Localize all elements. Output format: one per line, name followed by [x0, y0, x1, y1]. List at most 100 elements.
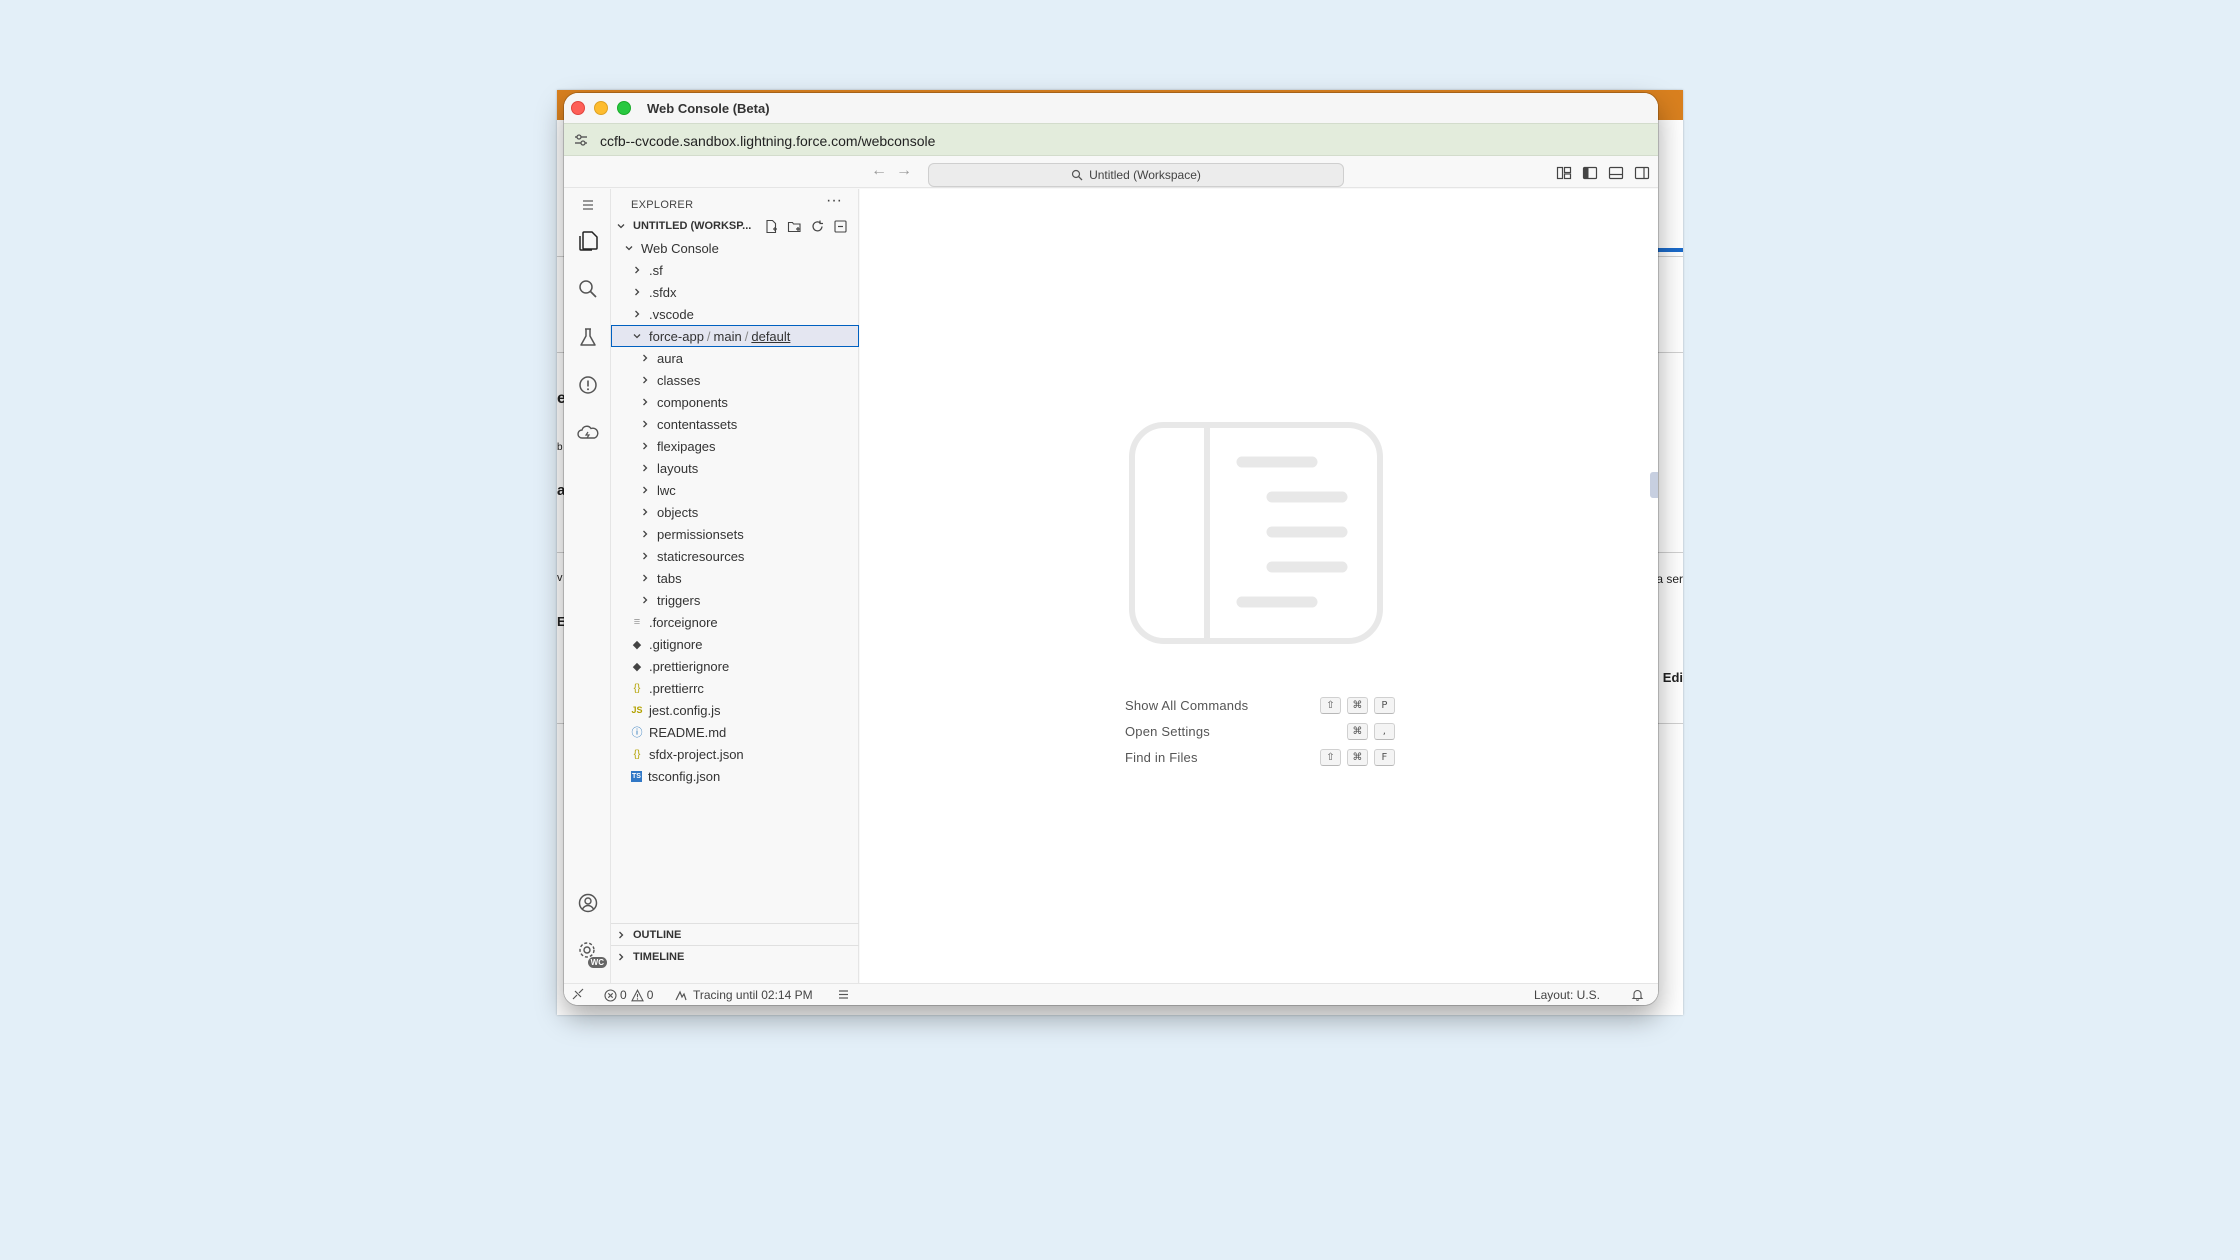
new-folder-icon[interactable]	[787, 219, 802, 234]
tree-folder[interactable]: permissionsets	[611, 523, 859, 545]
tree-folder[interactable]: layouts	[611, 457, 859, 479]
problems-warning-icon[interactable]	[575, 372, 601, 398]
path-segment[interactable]: main	[714, 329, 742, 344]
tree-label: contentassets	[657, 416, 738, 432]
tracing-status[interactable]: Tracing until 02:14 PM	[674, 988, 813, 1002]
vscode-watermark-icon	[1129, 422, 1383, 644]
notifications-bell-icon[interactable]	[1631, 988, 1644, 1001]
tree-folder[interactable]: triggers	[611, 589, 859, 611]
shortcut-row: Open Settings ⌘ ,	[1125, 718, 1395, 744]
shortcut-label: Find in Files	[1125, 749, 1198, 765]
tree-file[interactable]: JS jest.config.js	[611, 699, 859, 721]
site-settings-icon[interactable]	[574, 133, 588, 147]
problems-status[interactable]: 0 0	[604, 988, 653, 1002]
shortcut-row: Find in Files ⇧ ⌘ F	[1125, 744, 1395, 770]
toggle-primary-sidebar-icon[interactable]	[1582, 165, 1598, 181]
workspace-toolbar	[764, 219, 848, 234]
zoom-window-button[interactable]	[617, 101, 631, 115]
tree-folder[interactable]: aura	[611, 347, 859, 369]
tree-label: .prettierignore	[649, 658, 730, 674]
command-bar: ← → Untitled (Workspace)	[564, 156, 1658, 188]
tree-file[interactable]: TS tsconfig.json	[611, 765, 859, 787]
chevron-right-icon	[643, 530, 648, 538]
tree-file[interactable]: ◆ .prettierignore	[611, 655, 859, 677]
path-segment[interactable]: force-app	[649, 329, 704, 344]
manage-gear-icon[interactable]: WC	[575, 938, 607, 968]
shortcut-list: Show All Commands ⇧ ⌘ P Open Settings ⌘ …	[1125, 692, 1395, 770]
minimize-window-button[interactable]	[594, 101, 608, 115]
secondary-sidebar-handle[interactable]	[1650, 472, 1658, 498]
tree-folder-web-console[interactable]: Web Console	[611, 237, 859, 259]
tree-folder[interactable]: .vscode	[611, 303, 859, 325]
address-bar[interactable]: ccfb--cvcode.sandbox.lightning.force.com…	[564, 123, 1658, 156]
tree-label: .prettierrc	[649, 680, 704, 696]
output-list-icon[interactable]	[837, 988, 850, 1001]
url-text[interactable]: ccfb--cvcode.sandbox.lightning.force.com…	[600, 133, 935, 149]
tree-label: flexipages	[657, 438, 716, 454]
tree-folder[interactable]: tabs	[611, 567, 859, 589]
explorer-files-icon[interactable]	[575, 228, 601, 254]
key-cap: ⌘	[1347, 722, 1368, 740]
tree-file[interactable]: {} .prettierrc	[611, 677, 859, 699]
more-actions-icon[interactable]: ···	[826, 192, 842, 210]
warning-count: 0	[646, 988, 654, 1002]
key-cap: ⇧	[1320, 748, 1341, 766]
tree-file[interactable]: ◆ .gitignore	[611, 633, 859, 655]
tree-label: .sf	[649, 262, 663, 278]
keyboard-layout-status[interactable]: Layout: U.S.	[1534, 988, 1600, 1002]
tree-folder[interactable]: classes	[611, 369, 859, 391]
refresh-icon[interactable]	[810, 219, 825, 234]
tree-label: .forceignore	[649, 614, 718, 630]
key-cap: ,	[1374, 722, 1395, 740]
key-cap: ⌘	[1347, 696, 1368, 714]
salesforce-cloud-icon[interactable]	[575, 420, 601, 446]
tree-folder[interactable]: flexipages	[611, 435, 859, 457]
toggle-panel-icon[interactable]	[1608, 165, 1624, 181]
toggle-secondary-sidebar-icon[interactable]	[1634, 165, 1650, 181]
back-arrow-icon[interactable]: ←	[869, 162, 889, 180]
tree-file[interactable]: {} sfdx-project.json	[611, 743, 859, 765]
shortcut-label: Show All Commands	[1125, 697, 1249, 713]
collapse-all-icon[interactable]	[833, 219, 848, 234]
key-cap: ⇧	[1320, 696, 1341, 714]
tree-folder[interactable]: lwc	[611, 479, 859, 501]
workspace-label: UNTITLED (WORKSP...	[633, 220, 752, 232]
remote-indicator-icon[interactable]	[572, 988, 584, 1000]
chevron-down-icon	[633, 334, 641, 339]
braces-icon: {}	[633, 682, 641, 694]
tree-label: tsconfig.json	[648, 768, 721, 784]
command-center[interactable]: Untitled (Workspace)	[928, 163, 1344, 187]
warning-icon	[630, 988, 644, 1001]
tree-folder[interactable]: .sfdx	[611, 281, 859, 303]
forward-arrow-icon[interactable]: →	[894, 162, 914, 180]
testing-flask-icon[interactable]	[575, 324, 601, 350]
tree-label: triggers	[657, 592, 701, 608]
tree-file[interactable]: ≡ .forceignore	[611, 611, 859, 633]
chevron-right-icon	[643, 552, 648, 560]
customize-layout-icon[interactable]	[1556, 165, 1572, 181]
outline-section-header[interactable]: OUTLINE	[611, 924, 859, 946]
tree-label: tabs	[657, 570, 682, 586]
new-file-icon[interactable]	[764, 219, 779, 234]
close-window-button[interactable]	[571, 101, 585, 115]
timeline-section-header[interactable]: TIMELINE	[611, 946, 859, 968]
tree-file[interactable]: ⓘ README.md	[611, 721, 859, 743]
chevron-right-icon	[643, 376, 648, 384]
path-segment[interactable]: default	[751, 329, 790, 344]
menu-icon[interactable]	[575, 192, 601, 218]
tracing-label: Tracing until 02:14 PM	[693, 988, 813, 1002]
background-text: : Edi	[1654, 670, 1683, 685]
tree-folder[interactable]: objects	[611, 501, 859, 523]
search-icon[interactable]	[575, 276, 601, 302]
tree-folder[interactable]: .sf	[611, 259, 859, 281]
account-icon[interactable]	[575, 890, 601, 916]
chevron-right-icon	[643, 464, 648, 472]
search-icon	[1071, 169, 1083, 181]
error-count: 0	[620, 988, 627, 1002]
tree-folder[interactable]: components	[611, 391, 859, 413]
tree-folder[interactable]: contentassets	[611, 413, 859, 435]
tree-label: jest.config.js	[649, 702, 721, 718]
tree-folder-force-app-selected[interactable]: force-app / main / default	[611, 325, 859, 347]
background-text: v	[557, 572, 563, 584]
tree-folder[interactable]: staticresources	[611, 545, 859, 567]
